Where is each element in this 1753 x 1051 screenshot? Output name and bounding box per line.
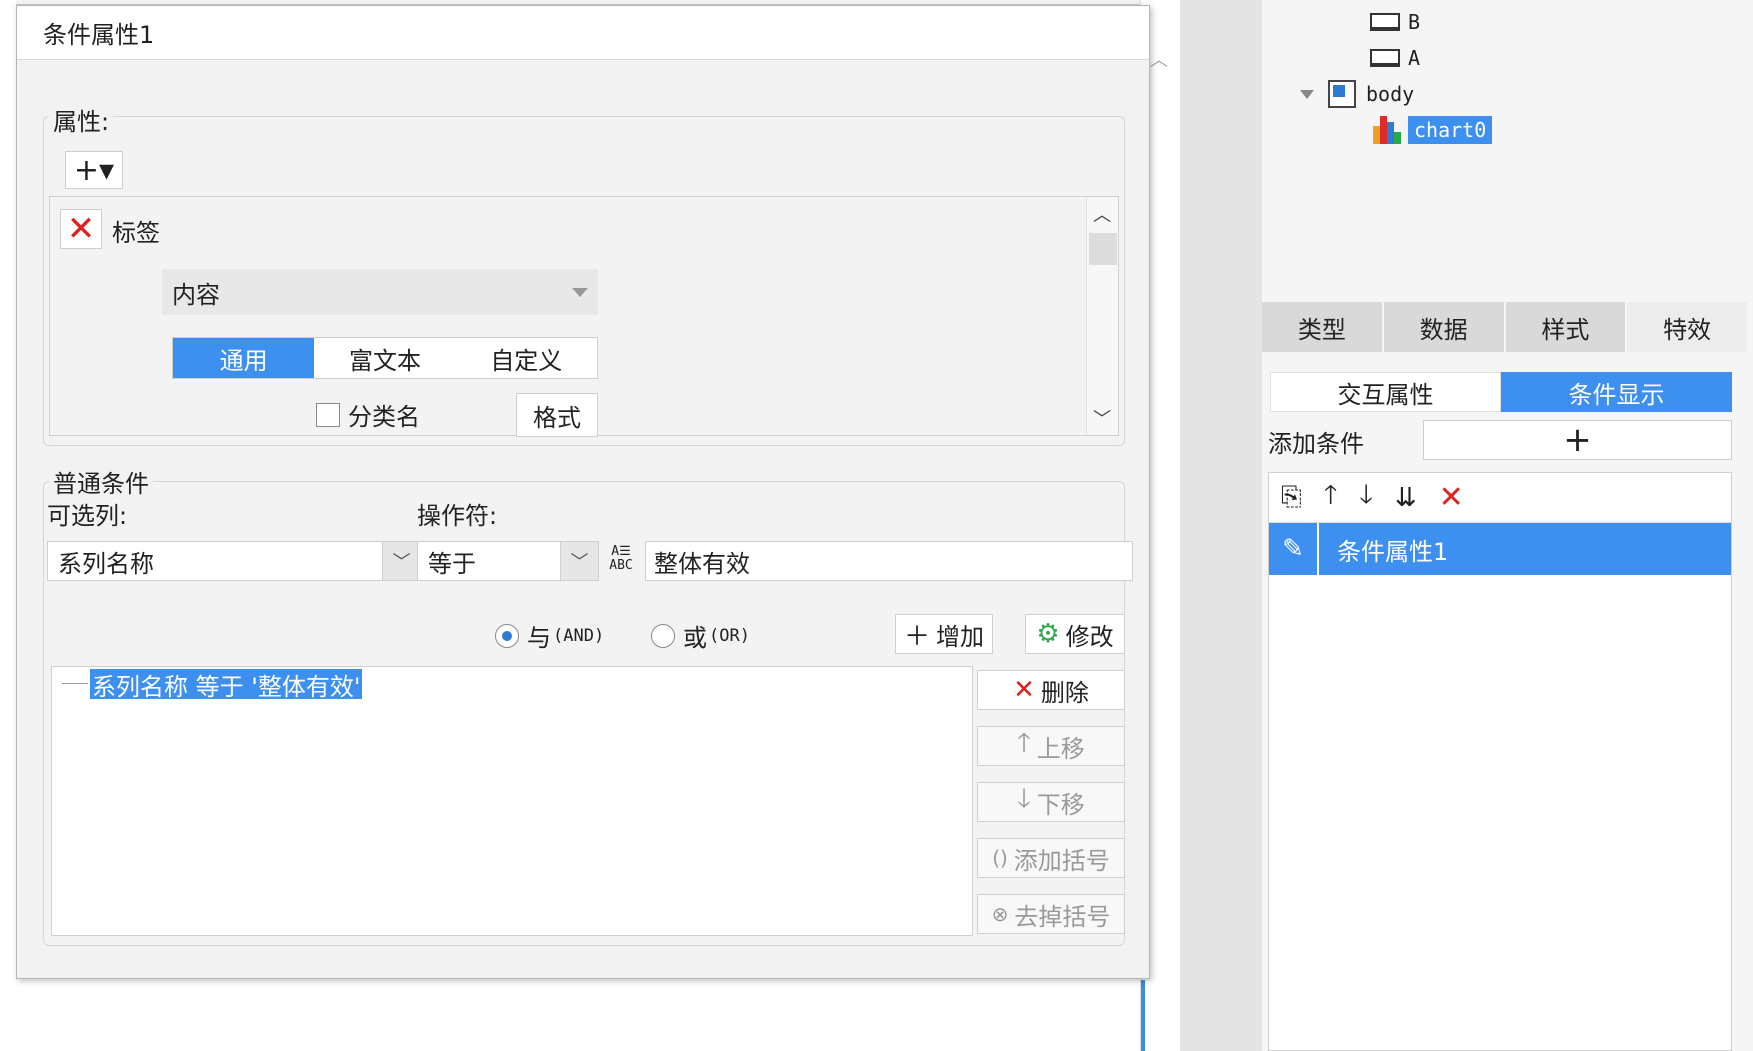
- arrow-up-icon: 🡑: [1017, 728, 1031, 758]
- delete-condition-button[interactable]: ✕ 删除: [977, 670, 1125, 710]
- radio-and[interactable]: 与 (AND): [495, 618, 604, 653]
- scroll-up-icon[interactable]: ︿: [1093, 201, 1111, 227]
- tree-item-b[interactable]: B: [1370, 6, 1420, 38]
- background-canvas-selection: [1141, 980, 1145, 1051]
- column-select-value: 系列名称: [58, 549, 154, 578]
- modify-condition-button[interactable]: ⚙ 修改: [1025, 614, 1125, 654]
- tab-custom[interactable]: 自定义: [456, 338, 597, 378]
- condition-rule-list: 系列名称 等于 '整体有效': [51, 666, 973, 936]
- panel-tabs: 类型 数据 样式 特效: [1262, 302, 1747, 352]
- delete-icon[interactable]: ✕: [1439, 480, 1464, 515]
- add-bracket-button[interactable]: () 添加括号: [977, 838, 1125, 878]
- checkbox-box[interactable]: [316, 402, 340, 427]
- tree-connector: [62, 683, 88, 684]
- add-condition-label: 添加条件: [1268, 430, 1364, 458]
- add-property-button[interactable]: +▾: [65, 151, 123, 189]
- property-editor: ✕ 标签 内容 通用 富文本 自定义 分类名 格式 ︿ ﹀: [49, 196, 1119, 437]
- remove-property-button[interactable]: ✕: [60, 209, 102, 249]
- properties-group-label: 属性:: [49, 102, 114, 137]
- dropdown-arrow-icon: [572, 288, 588, 297]
- tag-property-label: 标签: [112, 219, 160, 247]
- expand-arrow-icon[interactable]: [1300, 89, 1314, 99]
- property-scrollbar[interactable]: ︿ ﹀: [1086, 197, 1118, 435]
- add-condition-rule-button[interactable]: ＋ 增加: [895, 614, 993, 654]
- bracket-icon: (): [992, 846, 1008, 870]
- tab-style[interactable]: 样式: [1505, 302, 1626, 352]
- body-icon: [1328, 80, 1356, 108]
- component-tree: B A body chart0: [1262, 0, 1753, 300]
- move-up-icon[interactable]: 🡑: [1324, 476, 1338, 520]
- chevron-down-icon[interactable]: ﹀: [382, 542, 420, 580]
- condition-property-dialog: 条件属性1 属性: +▾ ✕ 标签 内容 通用 富文本 自定义 分类名 格式 ︿…: [16, 5, 1150, 979]
- tab-general[interactable]: 通用: [173, 338, 315, 378]
- move-up-button[interactable]: 🡑 上移: [977, 726, 1125, 766]
- operator-label: 操作符:: [417, 502, 498, 530]
- subtab-interaction[interactable]: 交互属性: [1270, 372, 1501, 412]
- tab-data[interactable]: 数据: [1383, 302, 1504, 352]
- panel-subtabs: 交互属性 条件显示: [1270, 372, 1732, 412]
- content-select-value: 内容: [172, 280, 220, 309]
- remove-bracket-icon: ⊗: [991, 902, 1009, 926]
- scroll-thumb[interactable]: [1089, 233, 1117, 265]
- tree-item-chart[interactable]: chart0: [1372, 114, 1493, 146]
- category-name-checkbox[interactable]: 分类名: [316, 397, 420, 432]
- tab-rich-text[interactable]: 富文本: [314, 338, 455, 378]
- plus-icon: ＋: [903, 621, 930, 652]
- condition-value-input[interactable]: 整体有效: [645, 541, 1133, 581]
- condition-list-item-label: 条件属性1: [1337, 537, 1449, 566]
- arrow-down-icon: 🡓: [1017, 784, 1031, 814]
- edit-pen-icon[interactable]: ✎: [1269, 523, 1319, 575]
- value-type-icon[interactable]: A☰ ABC: [601, 539, 641, 579]
- chevron-down-icon[interactable]: ﹀: [560, 542, 598, 580]
- delete-x-icon: ✕: [1013, 675, 1035, 705]
- add-condition-button[interactable]: +: [1423, 420, 1732, 460]
- move-bottom-icon[interactable]: ⇊: [1395, 483, 1417, 513]
- move-down-button[interactable]: 🡓 下移: [977, 782, 1125, 822]
- tree-item-body[interactable]: body: [1300, 78, 1414, 110]
- condition-list: ⎘ 🡑 🡓 ⇊ ✕ ✎ 条件属性1: [1268, 472, 1732, 1051]
- operator-select-value: 等于: [428, 549, 476, 578]
- tab-type[interactable]: 类型: [1262, 302, 1382, 352]
- column-label: 可选列:: [47, 502, 128, 530]
- operator-select[interactable]: 等于 ﹀: [417, 541, 599, 581]
- scroll-down-icon[interactable]: ﹀: [1093, 405, 1111, 431]
- format-button[interactable]: 格式: [516, 393, 598, 437]
- background-scroll-up-icon: ︿: [1150, 50, 1168, 71]
- category-name-label: 分类名: [348, 403, 420, 431]
- remove-bracket-button[interactable]: ⊗ 去掉括号: [977, 894, 1125, 934]
- background-left-strip: [0, 0, 16, 1051]
- tree-item-a[interactable]: A: [1370, 42, 1420, 74]
- dialog-title: 条件属性1: [17, 6, 1149, 60]
- condition-group-label: 普通条件: [49, 464, 153, 499]
- condition-list-toolbar: ⎘ 🡑 🡓 ⇊ ✕: [1269, 473, 1731, 523]
- condition-list-item[interactable]: ✎ 条件属性1: [1269, 523, 1731, 575]
- copy-icon[interactable]: ⎘: [1281, 482, 1302, 513]
- condition-rule-item[interactable]: 系列名称 等于 '整体有效': [90, 669, 363, 701]
- chart-icon: [1372, 116, 1402, 144]
- content-select[interactable]: 内容: [162, 269, 598, 315]
- radio-or[interactable]: 或 (OR): [651, 618, 750, 653]
- block-icon: [1370, 49, 1400, 67]
- move-down-icon[interactable]: 🡓: [1359, 476, 1373, 520]
- radio-or-button[interactable]: [651, 623, 675, 648]
- column-select[interactable]: 系列名称 ﹀: [47, 541, 421, 581]
- radio-and-button[interactable]: [495, 623, 519, 648]
- gear-icon: ⚙: [1036, 619, 1060, 649]
- block-icon: [1370, 13, 1400, 31]
- background-splitter[interactable]: [1180, 0, 1262, 1051]
- tab-effects[interactable]: 特效: [1627, 302, 1747, 352]
- subtab-conditional-display[interactable]: 条件显示: [1501, 372, 1732, 412]
- format-tabs: 通用 富文本 自定义: [172, 337, 598, 379]
